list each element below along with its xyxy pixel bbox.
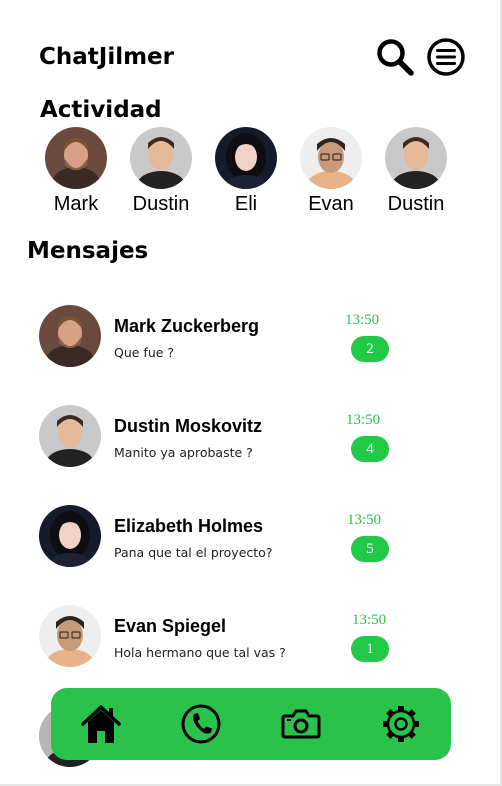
avatar <box>39 505 101 567</box>
activity-contact[interactable]: Mark <box>31 127 121 216</box>
message-preview: Hola hermano que tal vas ? <box>114 645 286 660</box>
unread-badge: 5 <box>351 536 389 562</box>
activity-contact-name: Mark <box>53 193 99 215</box>
avatar <box>39 305 101 367</box>
conversation-item[interactable]: Elizabeth Holmes Pana que tal el proyect… <box>0 505 420 569</box>
avatar <box>130 127 192 189</box>
contact-name: Elizabeth Holmes <box>114 516 264 536</box>
activity-contact[interactable]: Eli <box>201 127 291 216</box>
conversation-item[interactable]: Dustin Moskovitz Manito ya aprobaste ? 1… <box>0 405 420 469</box>
conversation-item[interactable]: Evan Spiegel Hola hermano que tal vas ? … <box>0 605 420 669</box>
activity-contact-name: Eli <box>234 193 258 215</box>
unread-badge: 1 <box>351 636 389 662</box>
activity-contact[interactable]: Dustin <box>116 127 206 216</box>
message-time: 13:50 <box>347 512 382 528</box>
home-icon[interactable] <box>79 702 123 746</box>
avatar <box>385 127 447 189</box>
avatar <box>215 127 277 189</box>
bottom-nav <box>51 688 451 760</box>
contact-name: Evan Spiegel <box>114 616 227 636</box>
gear-icon[interactable] <box>379 702 423 746</box>
message-preview: Manito ya aprobaste ? <box>114 445 253 460</box>
messages-title: Mensajes <box>27 238 149 264</box>
avatar <box>39 605 101 667</box>
conversation-item[interactable]: Mark Zuckerberg Que fue ? 13:50 2 <box>0 305 420 369</box>
avatar <box>300 127 362 189</box>
contact-name: Dustin Moskovitz <box>114 416 263 436</box>
chat-app-screen: ChatJilmer Actividad Mark Dustin Eli Eva… <box>0 0 502 786</box>
activity-contact-name: Dustin <box>387 193 445 215</box>
app-title: ChatJilmer <box>39 44 175 70</box>
menu-icon[interactable] <box>426 37 466 77</box>
message-time: 13:50 <box>346 412 381 428</box>
unread-badge: 2 <box>351 336 389 362</box>
message-preview: Pana que tal el proyecto? <box>114 545 273 560</box>
message-time: 13:50 <box>352 612 387 628</box>
message-time: 13:50 <box>345 312 380 328</box>
activity-contact[interactable]: Dustin <box>371 127 461 216</box>
search-icon[interactable] <box>375 37 415 77</box>
activity-contact[interactable]: Evan <box>286 127 376 216</box>
camera-icon[interactable] <box>279 702 323 746</box>
phone-icon[interactable] <box>179 702 223 746</box>
avatar <box>45 127 107 189</box>
activity-contact-name: Evan <box>308 193 354 215</box>
activity-title: Actividad <box>40 97 162 123</box>
activity-contact-name: Dustin <box>132 193 190 215</box>
contact-name: Mark Zuckerberg <box>114 316 260 336</box>
message-preview: Que fue ? <box>114 345 175 360</box>
unread-badge: 4 <box>351 436 389 462</box>
avatar <box>39 405 101 467</box>
